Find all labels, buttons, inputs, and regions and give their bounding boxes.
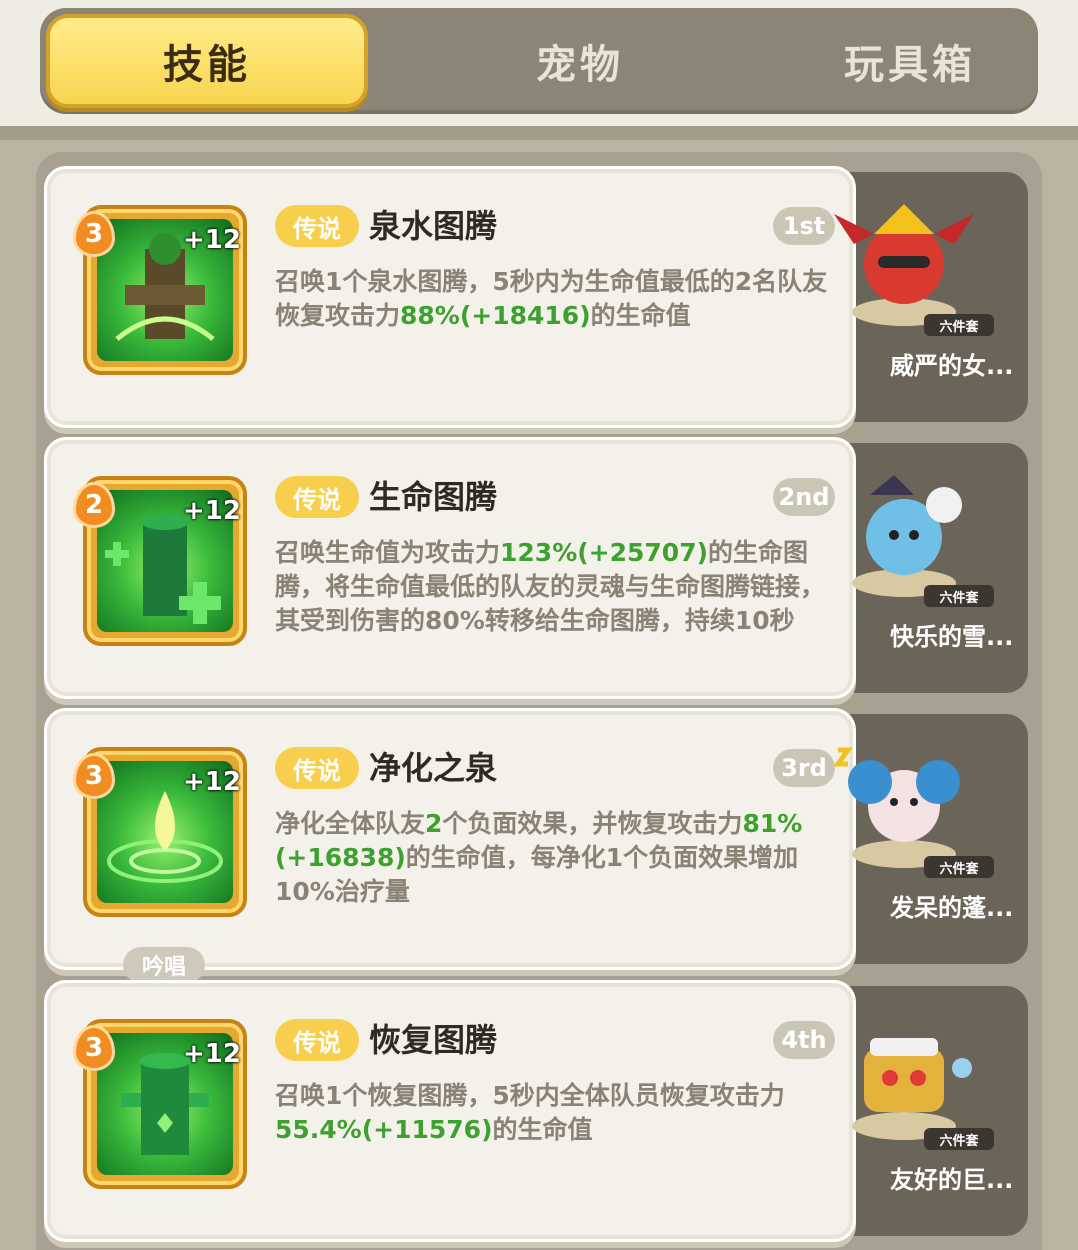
pet-name: 发呆的蓬... [890,894,1014,922]
skill-card[interactable]: 3 +12 传说 泉水图腾 1st 召唤1个泉水图腾，5秒内为生命值最低的2名队… [44,166,856,428]
tab-skills[interactable]: 技能 [46,14,368,108]
skill-description: 召唤生命值为攻击力123%(+25707)的生命图腾，将生命值最低的队友的灵魂与… [275,538,826,635]
rarity-badge: 传说 [275,747,359,789]
skill-name: 恢复图腾 [369,1021,498,1059]
skill-description: 召唤1个恢复图腾，5秒内全体队员恢复攻击力55.4%(+11576)的生命值 [275,1081,785,1144]
skill-card[interactable]: 3 +12 吟唱 传说 净化之泉 3rd 净化全体队友2个负面效果，并恢复攻击力… [44,708,856,983]
pet-set-badge: 六件套 [924,856,994,878]
level-badge: 3 [73,753,115,799]
skill-description: 召唤1个泉水图腾，5秒内为生命值最低的2名队友恢复攻击力88%(+18416)的… [275,267,828,330]
skill-row-1[interactable]: 3 +12 传说 泉水图腾 1st 召唤1个泉水图腾，5秒内为生命值最低的2名队… [44,166,1034,428]
pet-name: 威严的女... [890,352,1014,380]
level-badge: 2 [73,482,115,528]
upgrade-level: +12 [183,1039,241,1069]
top-area: 技能 宠物 玩具箱 [0,0,1078,140]
pet-name: 快乐的雪... [890,623,1014,651]
rarity-badge: 传说 [275,205,359,247]
rarity-badge: 传说 [275,1019,359,1061]
upgrade-level: +12 [183,496,241,526]
pet-yeti-figure[interactable] [814,465,974,605]
skill-row-3[interactable]: 3 +12 吟唱 传说 净化之泉 3rd 净化全体队友2个负面效果，并恢复攻击力… [44,708,1034,983]
upgrade-level: +12 [183,225,241,255]
pet-sheep-figure[interactable] [814,736,974,876]
rarity-badge: 传说 [275,476,359,518]
pet-crab-figure[interactable] [814,1008,974,1148]
pet-set-badge: 六件套 [924,585,994,607]
skill-name: 泉水图腾 [369,207,498,245]
tab-pets[interactable]: 宠物 [415,8,745,114]
skill-card[interactable]: 2 +12 传说 生命图腾 2nd 召唤生命值为攻击力123%(+25707)的… [44,437,856,699]
chant-tag: 吟唱 [123,947,205,983]
skill-card[interactable]: 3 +12 传说 恢复图腾 4th 召唤1个恢复图腾，5秒内全体队员恢复攻击力5… [44,980,856,1242]
skill-row-2[interactable]: 2 +12 传说 生命图腾 2nd 召唤生命值为攻击力123%(+25707)的… [44,437,1034,699]
skill-description: 净化全体队友2个负面效果，并恢复攻击力81%(+16838)的生命值，每净化1个… [275,809,803,906]
pet-name: 友好的巨... [890,1166,1014,1194]
pet-set-badge: 六件套 [924,314,994,336]
pet-dragon-figure[interactable] [814,194,974,334]
level-badge: 3 [73,1025,115,1071]
tab-bar: 技能 宠物 玩具箱 [40,8,1038,114]
upgrade-level: +12 [183,767,241,797]
level-badge: 3 [73,211,115,257]
pet-set-badge: 六件套 [924,1128,994,1150]
skill-row-4[interactable]: 3 +12 传说 恢复图腾 4th 召唤1个恢复图腾，5秒内全体队员恢复攻击力5… [44,980,1034,1242]
skill-name: 净化之泉 [369,749,498,787]
skill-name: 生命图腾 [369,478,498,516]
divider [0,126,1078,140]
tab-toybox[interactable]: 玩具箱 [745,8,1075,114]
